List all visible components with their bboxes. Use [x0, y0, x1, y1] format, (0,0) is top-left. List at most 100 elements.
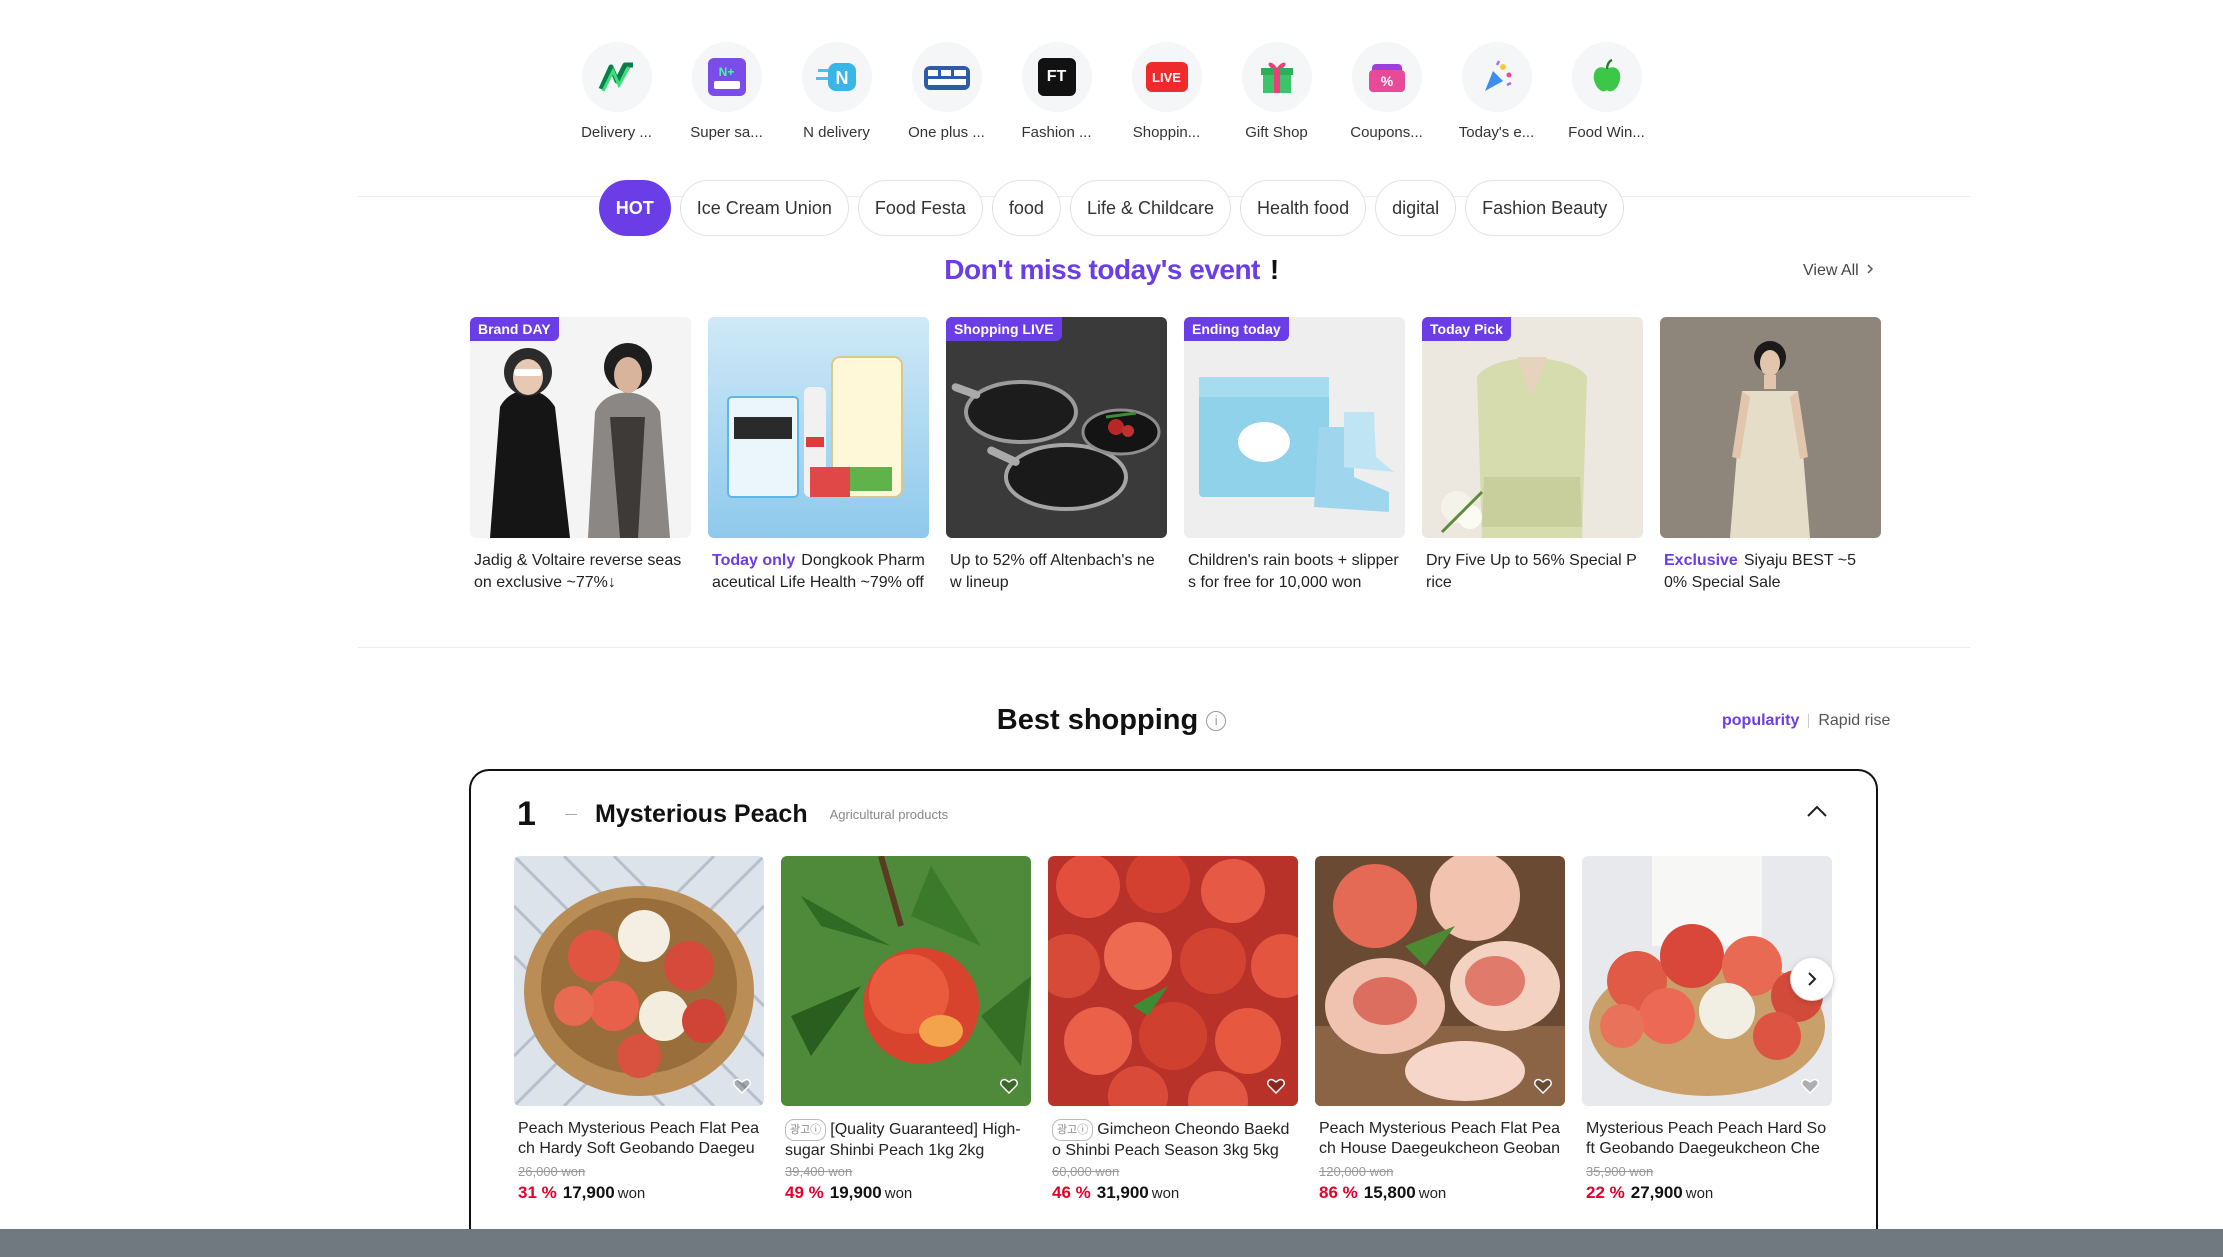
product-card[interactable]: 광고ⓘ Gimcheon Cheondo Baekdo Shinbi Peach …	[1048, 856, 1298, 1203]
service-coupons[interactable]: % Coupons...	[1350, 42, 1423, 141]
price-amount: 15,800	[1363, 1183, 1416, 1202]
event-card[interactable]: Exclusive Siyaju BEST ~50% Special Sale	[1660, 317, 1881, 594]
product-card[interactable]: Mysterious Peach Peach Hard Soft Geoband…	[1582, 856, 1832, 1203]
heart-icon[interactable]	[1533, 1076, 1553, 1096]
rank-category: Agricultural products	[829, 807, 949, 822]
carousel-next-button[interactable]	[1790, 957, 1834, 1001]
service-label: One plus ...	[908, 124, 985, 141]
product-card[interactable]: Peach Mysterious Peach Flat Peach House …	[1315, 856, 1565, 1203]
event-image: Brand DAY	[470, 317, 691, 538]
event-text: Children's rain boots + slippers for fre…	[1188, 552, 1399, 591]
ft-icon-text: FT	[1037, 58, 1076, 96]
event-highlight: Today only	[712, 552, 796, 569]
discount-rate: 31 %	[518, 1183, 557, 1202]
sale-price: 49 % 19,900 won	[781, 1183, 1031, 1203]
service-label: Shoppin...	[1132, 124, 1201, 141]
heart-icon[interactable]	[1266, 1076, 1286, 1096]
service-fashion[interactable]: FT Fashion ...	[1021, 42, 1092, 141]
price-amount: 31,900	[1096, 1183, 1149, 1202]
party-popper-icon	[1461, 42, 1532, 112]
tab-rapid-rise[interactable]: Rapid rise	[1818, 712, 1890, 730]
service-shortcuts: Delivery ... N+ Super sa... N N delivery…	[0, 42, 2223, 141]
best-title-text: Best shopping	[996, 704, 1199, 736]
shopping-live-icon: LIVE	[1131, 42, 1202, 112]
discount-rate: 46 %	[1052, 1183, 1091, 1202]
ad-marker[interactable]: 광고ⓘ	[785, 1119, 827, 1141]
product-card[interactable]: 광고ⓘ [Quality Guaranteed] High-sugar Shinb…	[781, 856, 1031, 1203]
event-highlight: Exclusive	[1664, 552, 1738, 569]
category-chips: HOT Ice Cream Union Food Festa food Life…	[0, 180, 2223, 236]
tab-popularity[interactable]: popularity	[1722, 712, 1799, 730]
event-card[interactable]: Today only Dongkook Pharmaceutical Life H…	[708, 317, 929, 594]
service-gift-shop[interactable]: Gift Shop	[1241, 42, 1312, 141]
chip-food-festa[interactable]: Food Festa	[857, 180, 983, 236]
product-name: Peach Mysterious Peach Flat Peach House …	[1319, 1120, 1561, 1157]
chip-digital[interactable]: digital	[1375, 180, 1457, 236]
event-image: Ending today	[1184, 317, 1405, 538]
section-divider	[358, 647, 1970, 648]
chip-health-food[interactable]: Health food	[1240, 180, 1367, 236]
original-price: 60,000 won	[1052, 1164, 1120, 1179]
price-unit: won	[1418, 1185, 1447, 1202]
chip-life-childcare[interactable]: Life & Childcare	[1069, 180, 1232, 236]
discount-rate: 49 %	[785, 1183, 824, 1202]
event-badge: Brand DAY	[470, 317, 559, 341]
chip-fashion-beauty[interactable]: Fashion Beauty	[1465, 180, 1625, 236]
event-card[interactable]: Ending today Children's rain boots + sli…	[1184, 317, 1405, 594]
event-description: Today only Dongkook Pharmaceutical Life H…	[708, 550, 929, 594]
service-n-delivery[interactable]: N N delivery	[801, 42, 872, 141]
event-text: Dry Five Up to 56% Special Price	[1426, 552, 1637, 591]
bottom-bar	[0, 1229, 2223, 1257]
chevron-right-icon	[1867, 264, 1874, 274]
heart-icon[interactable]	[1800, 1076, 1820, 1096]
product-card[interactable]: Peach Mysterious Peach Flat Peach Hardy …	[514, 856, 764, 1203]
event-badge: Ending today	[1184, 317, 1289, 341]
service-shopping-live[interactable]: LIVE Shoppin...	[1131, 42, 1202, 141]
chip-food[interactable]: food	[991, 180, 1061, 236]
event-card[interactable]: Shopping LIVE Up to 52% off Altenbach's …	[946, 317, 1167, 594]
sort-tabs: popularity Rapid rise	[1722, 712, 1890, 730]
original-price: 26,000 won	[518, 1164, 586, 1179]
service-label: Today's e...	[1458, 124, 1535, 141]
event-description: Children's rain boots + slippers for fre…	[1184, 550, 1405, 594]
rank-number: 1	[517, 795, 536, 833]
service-one-plus[interactable]: One plus ...	[908, 42, 985, 141]
svg-text:%: %	[1380, 73, 1393, 89]
price-unit: won	[884, 1185, 913, 1202]
original-price: 39,400 won	[785, 1164, 853, 1179]
event-image	[1660, 317, 1881, 538]
event-card[interactable]: Brand DAY Jadig & Voltaire reverse seaso…	[470, 317, 691, 594]
heart-icon[interactable]	[999, 1076, 1019, 1096]
service-food-window[interactable]: Food Win...	[1568, 42, 1645, 141]
product-image	[514, 856, 764, 1106]
event-image: Today Pick	[1422, 317, 1643, 538]
chevron-right-icon	[1808, 972, 1817, 986]
event-image: Shopping LIVE	[946, 317, 1167, 538]
chip-ice-cream-union[interactable]: Ice Cream Union	[679, 180, 849, 236]
gift-icon	[1241, 42, 1312, 112]
info-icon[interactable]: i	[1206, 711, 1227, 732]
service-delivery[interactable]: Delivery ...	[581, 42, 652, 141]
service-todays-event[interactable]: Today's e...	[1458, 42, 1535, 141]
delivery-icon	[581, 42, 652, 112]
sale-price: 46 % 31,900 won	[1048, 1183, 1298, 1203]
sale-price: 31 % 17,900 won	[514, 1183, 764, 1203]
event-text: Jadig & Voltaire reverse season exclusiv…	[474, 552, 682, 591]
event-card[interactable]: Today Pick Dry Five Up to 56% Special Pr…	[1422, 317, 1643, 594]
event-badge: Today Pick	[1422, 317, 1511, 341]
ranking-panel: 1 Mysterious Peach Agricultural products	[469, 769, 1878, 1249]
event-badge: Shopping LIVE	[946, 317, 1062, 341]
event-description: Dry Five Up to 56% Special Price	[1422, 550, 1643, 594]
price-amount: 19,900	[829, 1183, 882, 1202]
event-description: Jadig & Voltaire reverse season exclusiv…	[470, 550, 691, 594]
price-unit: won	[1685, 1185, 1714, 1202]
ad-marker[interactable]: 광고ⓘ	[1052, 1119, 1094, 1141]
heart-icon[interactable]	[732, 1076, 752, 1096]
service-label: Delivery ...	[581, 124, 652, 141]
coupon-icon: %	[1351, 42, 1422, 112]
product-name: Peach Mysterious Peach Flat Peach Hardy …	[518, 1120, 760, 1157]
service-super-saving[interactable]: N+ Super sa...	[690, 42, 763, 141]
chevron-up-icon[interactable]	[1802, 797, 1832, 827]
view-all-link[interactable]: View All	[1803, 262, 1874, 280]
chip-hot[interactable]: HOT	[598, 180, 671, 236]
